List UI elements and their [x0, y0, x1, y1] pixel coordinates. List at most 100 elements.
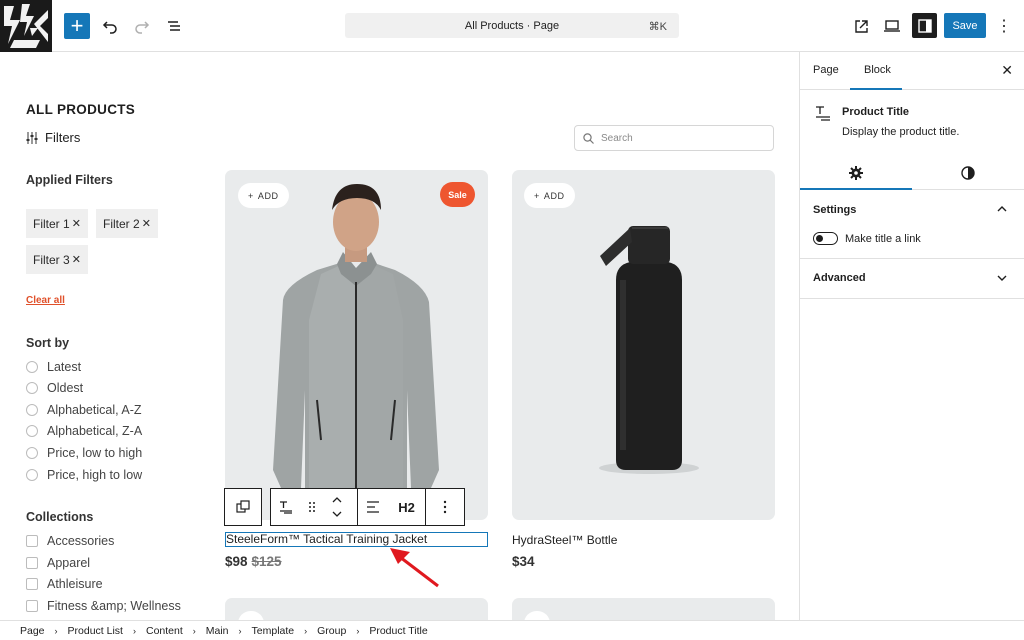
breadcrumb-item[interactable]: Template — [252, 625, 295, 637]
chevron-right-icon: › — [192, 625, 196, 636]
move-up-down-buttons[interactable] — [323, 489, 351, 525]
view-page-button[interactable] — [850, 13, 872, 39]
page-heading[interactable]: ALL PRODUCTS — [26, 102, 135, 117]
breadcrumb-item[interactable]: Page — [20, 625, 45, 637]
options-menu-button[interactable]: ⋮ — [994, 13, 1014, 39]
heading-level-button[interactable]: H2 — [388, 489, 425, 525]
filter-chip-label: Filter 2 — [103, 216, 140, 231]
breadcrumb-item[interactable]: Group — [317, 625, 346, 637]
product-card[interactable]: + ADD Sale — [225, 170, 488, 520]
checkbox[interactable] — [26, 535, 38, 547]
collection-option-label: Apparel — [47, 556, 91, 570]
sort-option[interactable]: Oldest — [26, 381, 83, 395]
radio-button[interactable] — [26, 404, 38, 416]
product-card[interactable]: + — [512, 598, 775, 620]
active-tab-indicator — [850, 88, 902, 90]
remove-filter-icon[interactable]: ✕ — [72, 253, 81, 266]
add-to-cart-button[interactable]: + ADD — [238, 183, 289, 208]
save-button[interactable]: Save — [944, 13, 986, 38]
sort-option[interactable]: Price, low to high — [26, 446, 142, 460]
sort-option[interactable]: Latest — [26, 360, 81, 374]
selected-product-title-block[interactable]: SteeleForm™ Tactical Training Jacket — [225, 532, 488, 547]
filter-chip[interactable]: Filter 1 ✕ — [26, 209, 88, 238]
radio-button[interactable] — [26, 469, 38, 481]
make-title-link-toggle[interactable] — [813, 232, 838, 245]
close-icon[interactable]: ✕ — [1001, 62, 1013, 79]
command-palette-bar[interactable]: All Products · Page ⌘K — [345, 13, 679, 38]
sort-option[interactable]: Alphabetical, Z-A — [26, 424, 142, 438]
remove-filter-icon[interactable]: ✕ — [72, 217, 81, 230]
checkbox[interactable] — [26, 557, 38, 569]
chevron-right-icon: › — [132, 625, 136, 636]
collection-option[interactable]: Fitness &amp; Wellness — [26, 599, 181, 613]
product-card[interactable]: + — [225, 598, 488, 620]
add-to-cart-button[interactable]: + — [238, 611, 264, 620]
command-shortcut: ⌘K — [648, 21, 667, 33]
radio-button[interactable] — [26, 447, 38, 459]
document-overview-button[interactable] — [162, 13, 186, 39]
sort-option[interactable]: Price, high to low — [26, 468, 142, 482]
redo-button[interactable] — [130, 13, 154, 39]
sort-option-label: Latest — [47, 360, 82, 374]
breadcrumb-item[interactable]: Content — [146, 625, 183, 637]
checkbox[interactable] — [26, 578, 38, 590]
sort-option-label: Alphabetical, A-Z — [47, 403, 142, 417]
breadcrumb-item-current[interactable]: Product Title — [369, 625, 427, 637]
radio-button[interactable] — [26, 425, 38, 437]
copy-icon — [236, 500, 250, 513]
settings-panel-title[interactable]: Settings — [813, 204, 856, 216]
settings-panel-toggle[interactable] — [912, 13, 937, 38]
block-type-button[interactable] — [271, 489, 301, 525]
filter-chip[interactable]: Filter 3 ✕ — [26, 245, 88, 274]
add-to-cart-button[interactable]: + ADD — [524, 183, 575, 208]
checkbox[interactable] — [26, 600, 38, 612]
collection-option[interactable]: Apparel — [26, 556, 90, 570]
radio-button[interactable] — [26, 361, 38, 373]
product-price: $98 $125 — [225, 554, 282, 569]
chevron-right-icon: › — [304, 625, 308, 636]
block-options-button[interactable] — [426, 489, 464, 525]
sort-option-label: Price, low to high — [47, 446, 143, 460]
document-title: All Products · Page — [464, 20, 560, 32]
device-preview-button[interactable] — [880, 13, 904, 39]
select-parent-button[interactable] — [225, 489, 261, 525]
align-button[interactable] — [358, 489, 388, 525]
tab-page[interactable]: Page — [813, 64, 839, 76]
product-search-input[interactable]: Search — [574, 125, 774, 151]
product-card[interactable]: + ADD — [512, 170, 775, 520]
make-title-link-setting[interactable]: Make title a link — [813, 232, 921, 245]
product-image-bottle — [599, 226, 699, 474]
sort-option[interactable]: Alphabetical, A-Z — [26, 403, 142, 417]
remove-filter-icon[interactable]: ✕ — [142, 217, 151, 230]
radio-button[interactable] — [26, 382, 38, 394]
contrast-icon — [961, 166, 975, 180]
breadcrumb-item[interactable]: Product List — [68, 625, 123, 637]
chevron-up-icon[interactable] — [997, 205, 1007, 213]
sale-badge: Sale — [440, 182, 475, 207]
styles-tab[interactable] — [960, 165, 976, 181]
chevron-down-icon[interactable] — [997, 274, 1007, 282]
title-icon — [280, 501, 292, 514]
add-block-button[interactable]: + — [64, 13, 90, 39]
undo-icon — [102, 21, 117, 34]
collection-option-label: Accessories — [47, 534, 115, 548]
filter-chip[interactable]: Filter 2 ✕ — [96, 209, 158, 238]
editor-canvas: ALL PRODUCTS Filters Search Applied Filt… — [0, 52, 799, 620]
breadcrumb-item[interactable]: Main — [206, 625, 229, 637]
drag-handle[interactable] — [301, 489, 323, 525]
advanced-panel-title[interactable]: Advanced — [813, 272, 866, 284]
add-label: ADD — [257, 190, 279, 201]
site-logo[interactable] — [0, 0, 52, 52]
collection-option-label: Athleisure — [47, 577, 103, 591]
add-to-cart-button[interactable]: + — [524, 611, 550, 620]
tab-block[interactable]: Block — [864, 64, 891, 76]
block-inspector-tabs — [800, 156, 1024, 190]
filters-label: Filters — [45, 130, 81, 145]
filters-toggle[interactable]: Filters — [26, 130, 80, 145]
clear-all-link[interactable]: Clear all — [26, 295, 65, 306]
collection-option[interactable]: Athleisure — [26, 577, 103, 591]
settings-tab[interactable] — [848, 165, 864, 181]
collection-option[interactable]: Accessories — [26, 534, 114, 548]
undo-button[interactable] — [98, 13, 122, 39]
product-title[interactable]: HydraSteel™ Bottle — [512, 533, 617, 547]
